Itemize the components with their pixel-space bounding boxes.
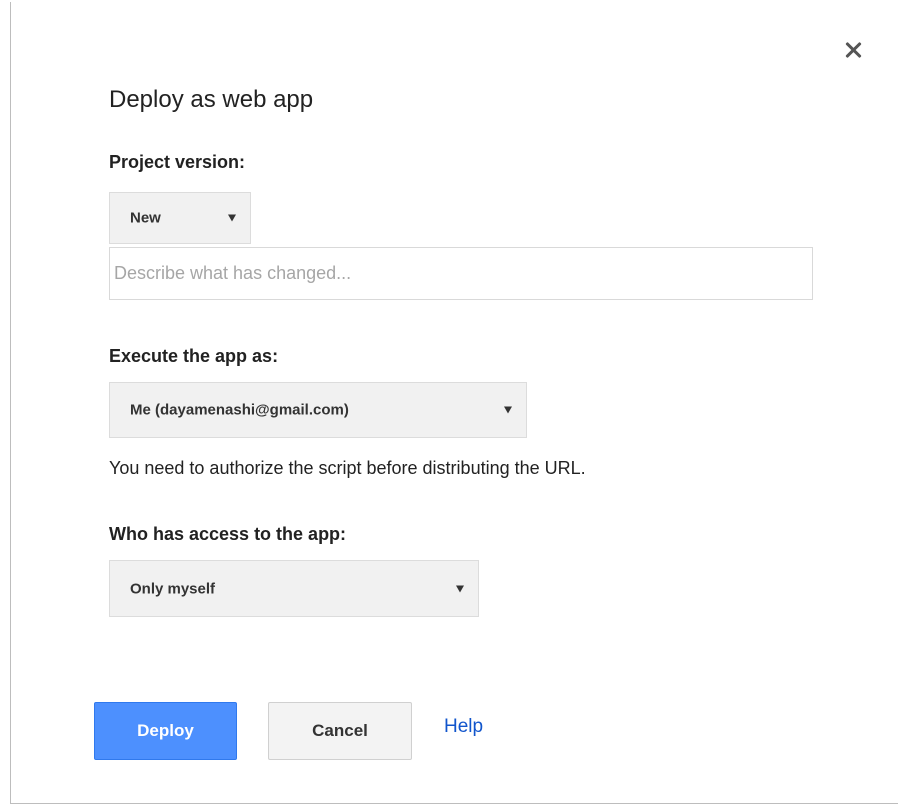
dropdown-arrow-icon xyxy=(456,585,464,592)
authorize-note: You need to authorize the script before … xyxy=(109,458,586,478)
cancel-button[interactable]: Cancel xyxy=(268,702,412,760)
access-value: Only myself xyxy=(130,580,216,597)
project-version-label: Project version: xyxy=(109,152,246,172)
execute-as-label: Execute the app as: xyxy=(109,346,279,366)
project-version-value: New xyxy=(130,209,161,227)
execute-as-select[interactable]: Me (dayamenashi@gmail.com) xyxy=(109,382,527,438)
help-link[interactable]: Help xyxy=(444,716,483,738)
dialog-title: Deploy as web app xyxy=(109,86,314,113)
dropdown-arrow-icon xyxy=(228,214,236,222)
access-select[interactable]: Only myself xyxy=(109,560,479,617)
access-label: Who has access to the app: xyxy=(109,524,347,544)
version-description-input[interactable] xyxy=(109,247,813,300)
close-icon[interactable] xyxy=(839,36,867,64)
project-version-select[interactable]: New xyxy=(109,192,251,244)
deploy-button[interactable]: Deploy xyxy=(94,702,237,760)
dropdown-arrow-icon xyxy=(504,406,512,414)
background-edge xyxy=(0,0,9,810)
execute-as-value: Me (dayamenashi@gmail.com) xyxy=(130,401,349,419)
deploy-dialog: Deploy as web app Project version: New E… xyxy=(10,2,898,804)
